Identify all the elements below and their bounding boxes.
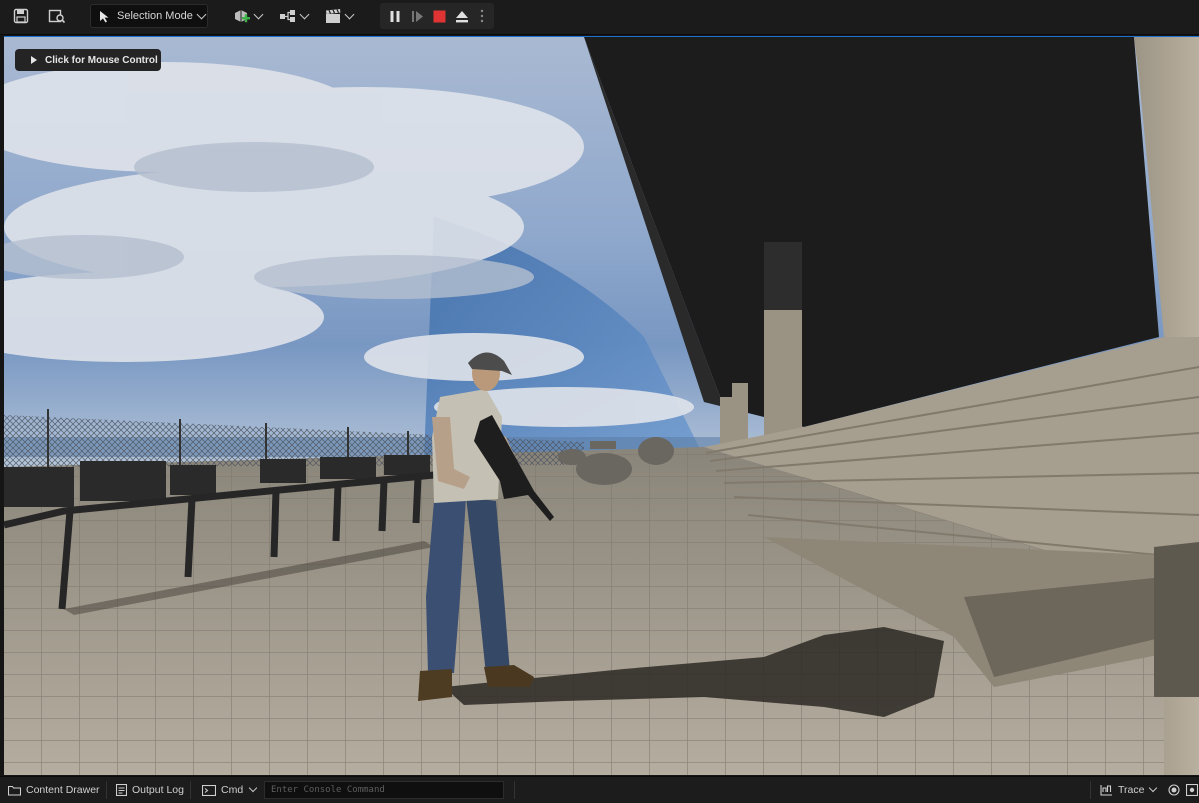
- selection-mode-label: Selection Mode: [117, 10, 193, 22]
- blueprint-icon: [279, 9, 297, 23]
- selection-mode-dropdown[interactable]: Selection Mode: [90, 4, 208, 28]
- scene-render: [4, 37, 1199, 775]
- status-bar: Content Drawer Output Log Cmd Trace: [0, 776, 1199, 803]
- main-toolbar: Selection Mode: [0, 0, 1199, 35]
- content-drawer-button[interactable]: Content Drawer: [8, 777, 100, 803]
- mouse-control-label: Click for Mouse Control: [45, 54, 158, 66]
- divider: [514, 781, 515, 799]
- content-drawer-icon: [8, 785, 21, 796]
- cinematics-button[interactable]: [322, 5, 354, 27]
- stop-icon[interactable]: [430, 5, 448, 27]
- trace-icon: [1100, 784, 1113, 796]
- source-control-icon: [1186, 784, 1198, 796]
- frame-step-icon[interactable]: [408, 5, 426, 27]
- chevron-down-icon: [196, 9, 207, 19]
- mouse-control-button[interactable]: Click for Mouse Control: [15, 49, 161, 71]
- output-log-label: Output Log: [132, 784, 184, 796]
- source-control-button[interactable]: [1186, 777, 1198, 803]
- record-icon: [1168, 784, 1180, 796]
- trace-label: Trace: [1118, 784, 1145, 796]
- play-arrow-icon: [31, 56, 37, 64]
- pause-icon[interactable]: [386, 5, 404, 27]
- selection-mode-icon: [99, 10, 111, 23]
- divider: [1090, 781, 1091, 799]
- console-command-input[interactable]: [264, 781, 504, 799]
- chevron-down-icon: [1149, 783, 1158, 793]
- browse-level-icon[interactable]: [45, 5, 69, 27]
- add-actor-button[interactable]: [231, 5, 263, 27]
- trace-dropdown[interactable]: Trace: [1100, 777, 1158, 803]
- eject-icon[interactable]: [453, 5, 471, 27]
- add-actor-icon: [233, 8, 251, 24]
- cmd-label: Cmd: [221, 784, 244, 796]
- blueprint-button[interactable]: [277, 5, 309, 27]
- divider: [106, 781, 107, 799]
- terminal-icon: [202, 784, 216, 796]
- chevron-down-icon: [248, 783, 258, 793]
- content-drawer-label: Content Drawer: [26, 784, 100, 796]
- more-options-icon[interactable]: [476, 5, 488, 27]
- record-button[interactable]: [1168, 777, 1180, 803]
- play-controls: [380, 3, 494, 29]
- clapperboard-icon: [324, 8, 342, 24]
- output-log-icon: [116, 784, 127, 796]
- chevron-down-icon: [253, 9, 263, 19]
- cmd-dropdown[interactable]: Cmd: [202, 777, 258, 803]
- chevron-down-icon: [299, 9, 309, 19]
- game-viewport[interactable]: Click for Mouse Control: [4, 36, 1199, 775]
- save-icon[interactable]: [10, 5, 32, 27]
- output-log-button[interactable]: Output Log: [116, 777, 184, 803]
- chevron-down-icon: [344, 9, 354, 19]
- divider: [190, 781, 191, 799]
